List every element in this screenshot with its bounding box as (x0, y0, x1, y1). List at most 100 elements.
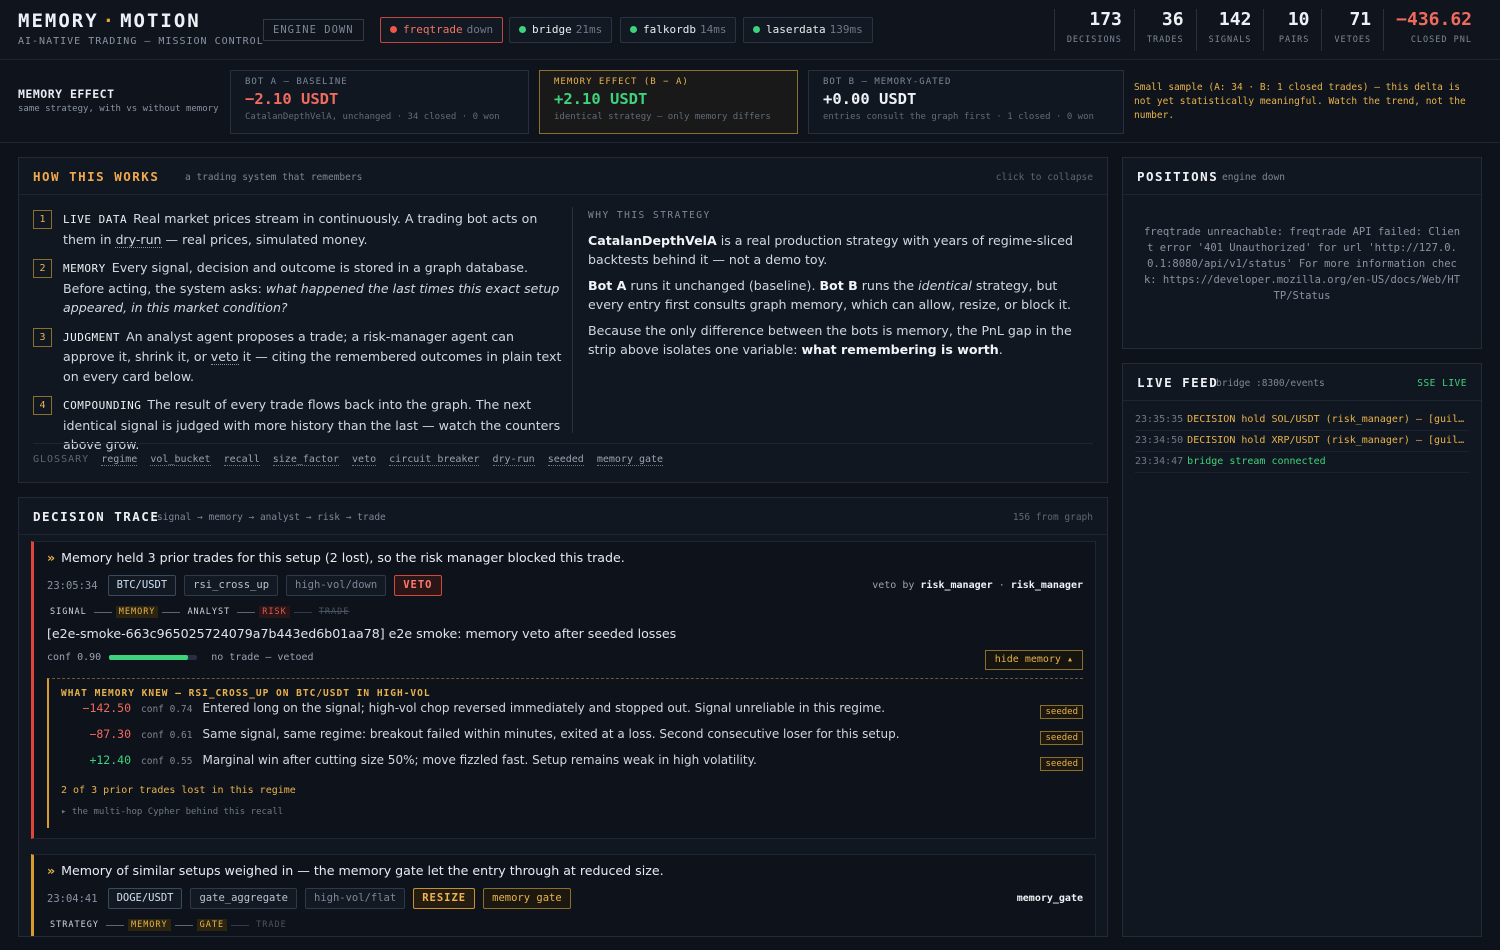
panel-title: DECISION TRACE (33, 509, 160, 524)
seeded-badge: seeded (1040, 757, 1083, 771)
decision-pipeline: STRATEGY MEMORY GATE TRADE (50, 919, 287, 931)
sample-size-warning: Small sample (A: 34 · B: 1 closed trades… (1134, 82, 1466, 121)
why-this-strategy: WHY THIS STRATEGY CatalanDepthVelA is a … (572, 207, 1092, 433)
decision-summary: » Memory held 3 prior trades for this set… (47, 550, 625, 565)
glossary-term[interactable]: memory gate (596, 454, 664, 466)
service-freqtrade[interactable]: freqtrade down (380, 17, 504, 43)
app-subtitle: AI-NATIVE TRADING — MISSION CONTROL (18, 36, 264, 47)
glossary-term[interactable]: dry-run (492, 454, 535, 466)
stats-bar: 173 DECISIONS 36 TRADES 142 SIGNALS 10 PAIRS… (1053, 9, 1484, 51)
panel-title: POSITIONS (1137, 169, 1219, 184)
glossary: GLOSSARY regime vol_bucket recall size_f… (33, 443, 1093, 466)
trace-panel-header: DECISION TRACE signal → memory → analyst… (19, 498, 1107, 535)
glossary-term[interactable]: seeded (547, 454, 584, 466)
stat-pairs: 10 PAIRS (1263, 9, 1321, 51)
trace-count: 156 from graph (1012, 512, 1093, 523)
decision-pipeline: SIGNAL MEMORY ANALYST RISK TRADE (50, 606, 350, 618)
decision-meta: 23:05:34 BTC/USDT rsi_cross_up high-vol/… (47, 575, 442, 596)
chevron-icon: » (47, 550, 56, 565)
glossary-term[interactable]: size_factor (272, 454, 339, 466)
feed-item[interactable]: 23:35:35 DECISION hold SOL/USDT (risk_man… (1135, 410, 1469, 431)
bot-a-card: BOT A — BASELINE −2.10 USDT CatalanDepth… (230, 70, 529, 134)
collapse-toggle[interactable]: click to collapse (996, 172, 1093, 183)
service-laserdata[interactable]: laserdata 139ms (743, 17, 873, 43)
status-dot-icon (390, 26, 397, 33)
memory-effect-strip: MEMORY EFFECT same strategy, with vs wit… (0, 61, 1500, 143)
confidence-bar-fill (109, 655, 189, 660)
step-memory: 2 MEMORY Every signal, decision and outco… (33, 258, 563, 318)
glossary-term[interactable]: regime (101, 454, 138, 466)
steps-list: 1 LIVE DATA Real market prices stream in … (33, 209, 563, 464)
glossary-term[interactable]: veto (352, 454, 377, 466)
decision-summary: » Memory of similar setups weighed in — t… (47, 863, 664, 878)
decision-meta: 23:04:41 DOGE/USDT gate_aggregate high-v… (47, 888, 571, 909)
pair-chip: BTC/USDT (107, 575, 177, 596)
decision-time: 23:05:34 (47, 579, 98, 592)
positions-panel: POSITIONS engine down freqtrade unreacha… (1122, 157, 1482, 349)
glossary-term[interactable]: vol_bucket (150, 454, 211, 466)
service-falkordb[interactable]: falkordb 14ms (620, 17, 737, 43)
hide-memory-button[interactable]: hide memory ▴ (984, 650, 1083, 670)
how-panel-header[interactable]: HOW THIS WORKS a trading system that rem… (19, 158, 1107, 195)
stat-vetoes: 71 VETOES (1321, 9, 1383, 51)
feed-item[interactable]: 23:34:50 DECISION hold XRP/USDT (risk_man… (1135, 431, 1469, 452)
memory-gate-chip: memory gate (483, 888, 571, 909)
signal-chip: rsi_cross_up (184, 575, 279, 596)
memory-item: −87.30 conf 0.61 Same signal, same regim… (61, 727, 1083, 751)
decision-trace-panel: DECISION TRACE signal → memory → analyst… (18, 497, 1108, 937)
stat-trades: 36 TRADES (1133, 9, 1196, 51)
cypher-toggle[interactable]: ▸ the multi-hop Cypher behind this recal… (61, 807, 1083, 817)
confidence-row: conf 0.90 no trade — vetoed (47, 652, 314, 663)
top-bar: MEMORY · MOTION AI-NATIVE TRADING — MISSIO… (0, 0, 1500, 60)
decision-card-veto[interactable]: » Memory held 3 prior trades for this set… (31, 541, 1096, 839)
seeded-badge: seeded (1040, 731, 1083, 745)
memory-recall: WHAT MEMORY KNEW — RSI_CROSS_UP ON BTC/U… (47, 678, 1083, 828)
decision-rationale: [e2e-smoke-663c965025724079a7b443ed6b01a… (47, 626, 677, 641)
regime-chip: high-vol/down (286, 575, 387, 596)
positions-panel-header: POSITIONS engine down (1123, 158, 1481, 195)
decision-agent: memory_gate (1016, 893, 1083, 904)
pair-chip: DOGE/USDT (107, 888, 183, 909)
confidence-bar (109, 655, 198, 660)
glossary-term[interactable]: circuit breaker (389, 454, 480, 466)
how-this-works-panel: HOW THIS WORKS a trading system that rem… (18, 157, 1108, 483)
memory-effect-card: MEMORY EFFECT (B − A) +2.10 USDT identic… (539, 70, 798, 134)
stat-closed-pnl: −436.62 CLOSED PNL (1383, 9, 1484, 51)
veto-by: veto by risk_manager · risk_manager (872, 580, 1083, 591)
resize-badge: RESIZE (413, 888, 476, 909)
memory-summary: 2 of 3 prior trades lost in this regime (61, 785, 296, 796)
signal-chip: gate_aggregate (190, 888, 297, 909)
bot-b-card: BOT B — MEMORY-GATED +0.00 USDT entries … (808, 70, 1124, 134)
regime-chip: high-vol/flat (305, 888, 406, 909)
service-bridge[interactable]: bridge 21ms (509, 17, 613, 43)
status-dot-icon (630, 26, 637, 33)
brand: MEMORY · MOTION AI-NATIVE TRADING — MISSIO… (18, 10, 264, 47)
panel-title: HOW THIS WORKS (33, 169, 160, 184)
status-dot-icon (753, 26, 760, 33)
veto-badge: VETO (394, 575, 442, 596)
glossary-term-dry-run[interactable]: dry-run (115, 231, 162, 248)
bot-a-pnl: −2.10 USDT (245, 90, 339, 108)
feed-item[interactable]: 23:34:47 bridge stream connected (1135, 452, 1469, 473)
positions-error-message: freqtrade unreachable: freqtrade API fai… (1143, 226, 1461, 302)
feed-list: 23:35:35 DECISION hold SOL/USDT (risk_man… (1135, 410, 1469, 473)
memory-effect-label: MEMORY EFFECT same strategy, with vs wit… (18, 87, 219, 114)
memory-item: +12.40 conf 0.55 Marginal win after cutt… (61, 753, 1083, 777)
glossary-term[interactable]: recall (223, 454, 260, 466)
sse-live-badge: SSE LIVE (1417, 378, 1467, 389)
live-feed-panel: LIVE FEED bridge :8300/events SSE LIVE 2… (1122, 363, 1482, 937)
glossary-term-veto[interactable]: veto (210, 349, 239, 365)
step-judgment: 3 JUDGMENT An analyst agent proposes a tr… (33, 327, 563, 387)
memory-item: −142.50 conf 0.74 Entered long on the si… (61, 701, 1083, 725)
stat-decisions: 173 DECISIONS (1053, 9, 1134, 51)
chevron-icon: » (47, 863, 56, 878)
feed-panel-header: LIVE FEED bridge :8300/events SSE LIVE (1123, 364, 1481, 401)
decision-time: 23:04:41 (47, 892, 98, 905)
decision-card-resize[interactable]: » Memory of similar setups weighed in — t… (31, 854, 1096, 936)
memory-effect-delta: +2.10 USDT (554, 90, 648, 108)
step-live-data: 1 LIVE DATA Real market prices stream in … (33, 209, 563, 249)
panel-title: LIVE FEED (1137, 375, 1219, 390)
stat-signals: 142 SIGNALS (1195, 9, 1264, 51)
seeded-badge: seeded (1040, 705, 1083, 719)
app-title: MEMORY · MOTION (18, 10, 201, 32)
